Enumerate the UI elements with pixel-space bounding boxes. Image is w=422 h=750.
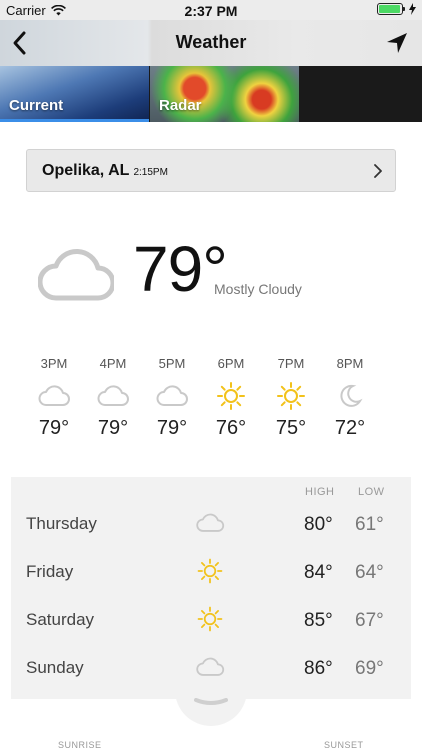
sun-icon [217, 382, 245, 410]
hourly-item: 5PM 79° [142, 356, 202, 440]
location-city: Opelika, AL 2:15PM [42, 162, 168, 180]
hourly-item: 6PM 76° [201, 356, 261, 440]
charging-bolt-icon [409, 3, 416, 15]
sun-times: SUNRISE SUNSET [0, 740, 422, 750]
battery-fill [379, 5, 400, 13]
hourly-item: 7PM 75° [261, 356, 321, 440]
tab-current[interactable]: Current [0, 66, 149, 122]
hourly-time: 6PM [217, 356, 245, 371]
chevron-right-icon [374, 164, 382, 178]
sunrise-label: SUNRISE [58, 740, 102, 750]
hourly-temperature: 79° [38, 417, 70, 439]
hourly-item: 4PM 79° [83, 356, 143, 440]
daily-low: 67° [355, 610, 384, 631]
sun-icon [277, 382, 305, 410]
chevron-down-icon [194, 698, 228, 705]
sunset-label: SUNSET [324, 740, 364, 750]
hourly-temperature: 79° [97, 417, 129, 439]
moon-icon [340, 384, 363, 407]
daily-day-name: Thursday [26, 514, 97, 533]
cloud-icon [97, 385, 129, 406]
tab-selected-indicator [0, 119, 149, 122]
daily-row: Thursday 80° 61° [11, 501, 411, 549]
daily-low: 64° [355, 562, 384, 583]
tab-radar-label: Radar [159, 97, 202, 114]
daily-low: 69° [355, 658, 384, 679]
daily-row: Saturday 85° 67° [11, 597, 411, 645]
daily-day-name: Sunday [26, 658, 84, 677]
sun-icon [197, 558, 223, 584]
low-column-header: LOW [358, 486, 385, 498]
daily-forecast: HIGH LOW Thursday 80° 61° Friday 84° 64° Satur… [11, 477, 411, 699]
battery-icon [377, 3, 405, 15]
hourly-time: 4PM [99, 356, 127, 371]
daily-high: 86° [304, 658, 333, 679]
hourly-time: 7PM [277, 356, 305, 371]
tab-current-label: Current [9, 97, 64, 114]
hourly-time: 5PM [158, 356, 186, 371]
daily-low: 61° [355, 514, 384, 535]
location-city-name: Opelika, AL [42, 162, 130, 179]
daily-high: 80° [304, 514, 333, 535]
daily-row: Sunday 86° 69° [11, 645, 411, 693]
status-time: 2:37 PM [184, 3, 238, 19]
status-bar: Carrier 2:37 PM [0, 0, 422, 20]
hourly-forecast: 3PM 79° 4PM 79° 5PM 79° 6PM 76° 7PM 75° 8PM 72° [0, 356, 422, 456]
hourly-time: 3PM [40, 356, 68, 371]
hourly-temperature: 72° [334, 417, 366, 439]
current-condition: Mostly Cloudy [214, 281, 302, 297]
hourly-temperature: 75° [275, 417, 307, 439]
cloud-icon [156, 385, 188, 406]
hourly-temperature: 76° [215, 417, 247, 439]
high-column-header: HIGH [305, 486, 335, 498]
daily-day-name: Friday [26, 562, 74, 581]
hourly-item: 3PM 79° [24, 356, 84, 440]
daily-day-name: Saturday [26, 610, 95, 629]
cloud-icon [38, 385, 70, 406]
status-right [377, 3, 416, 15]
tab-radar[interactable]: Radar [150, 66, 299, 122]
nav-bar: Weather [0, 20, 422, 66]
cloud-icon [196, 513, 225, 532]
cloud-icon [196, 657, 225, 676]
location-arrow-icon[interactable] [384, 30, 410, 56]
hourly-time: 8PM [336, 356, 364, 371]
current-temperature: 79° [133, 233, 228, 305]
location-selector[interactable]: Opelika, AL 2:15PM [26, 149, 396, 192]
daily-high: 85° [304, 610, 333, 631]
daily-row: Friday 84° 64° [11, 549, 411, 597]
view-tabs: Current Radar [0, 66, 422, 122]
daily-high: 84° [304, 562, 333, 583]
hourly-item: 8PM 72° [320, 356, 380, 440]
current-cloud-icon [38, 248, 114, 301]
sun-icon [197, 606, 223, 632]
hourly-temperature: 79° [156, 417, 188, 439]
page-title: Weather [175, 32, 247, 52]
location-updated-time: 2:15PM [133, 167, 168, 178]
expand-handle[interactable] [175, 688, 247, 726]
